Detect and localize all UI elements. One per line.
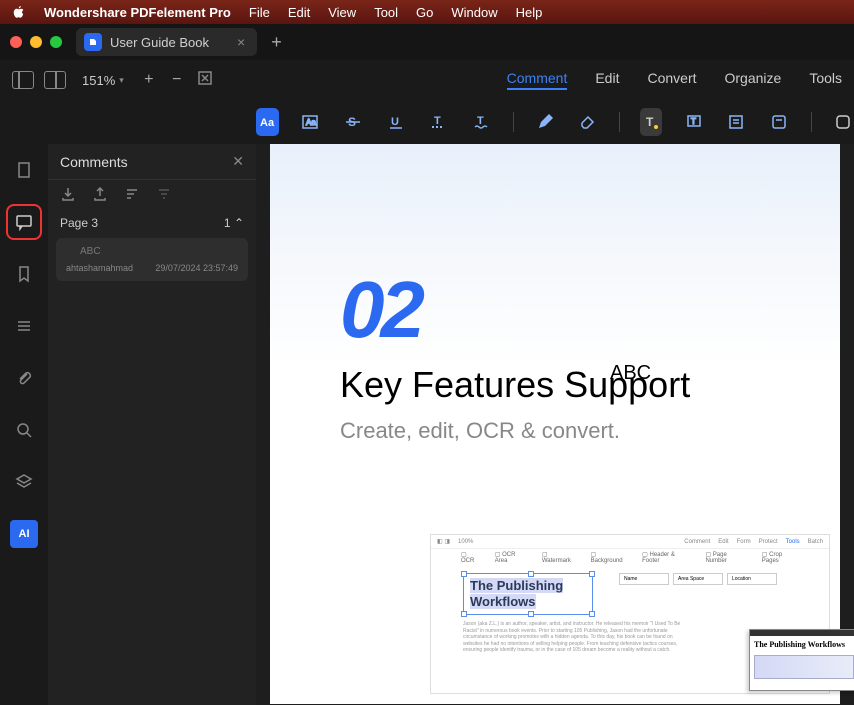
- caret-tool[interactable]: T: [427, 108, 450, 136]
- svg-text:T: T: [434, 115, 441, 127]
- document-canvas[interactable]: 02 ABC Key Features Support Create, edit…: [256, 144, 854, 705]
- zoom-out-button[interactable]: −: [168, 71, 186, 89]
- mini-preview: The Publishing Workflows: [749, 629, 854, 691]
- thumbnails-button[interactable]: [10, 156, 38, 184]
- fit-page-button[interactable]: [196, 70, 214, 91]
- export-icon[interactable]: [92, 186, 108, 202]
- import-icon[interactable]: [60, 186, 76, 202]
- sidebar-toggle-icon[interactable]: [12, 71, 34, 89]
- tab-edit[interactable]: Edit: [595, 70, 619, 90]
- comment-toolbar: Aa Aa S U T T T T: [0, 100, 854, 144]
- highlight-tool[interactable]: Aa: [256, 108, 279, 136]
- pencil-tool[interactable]: [533, 108, 556, 136]
- eraser-tool[interactable]: [576, 108, 599, 136]
- callout-tool[interactable]: T: [682, 108, 705, 136]
- macos-menubar: Wondershare PDFelement Pro File Edit Vie…: [0, 0, 854, 24]
- menu-window[interactable]: Window: [451, 5, 497, 20]
- zoom-in-button[interactable]: +: [140, 71, 158, 89]
- new-tab-button[interactable]: +: [271, 32, 282, 53]
- layers-button[interactable]: [10, 468, 38, 496]
- page-heading: Key Features Support: [340, 364, 780, 406]
- sort-icon[interactable]: [124, 186, 140, 202]
- pdf-page: 02 ABC Key Features Support Create, edit…: [270, 144, 840, 704]
- bookmarks-button[interactable]: [10, 260, 38, 288]
- svg-text:Aa: Aa: [260, 117, 275, 129]
- menu-tool[interactable]: Tool: [374, 5, 398, 20]
- squiggly-tool[interactable]: T: [470, 108, 493, 136]
- tab-title: User Guide Book: [110, 35, 209, 50]
- menu-help[interactable]: Help: [516, 5, 543, 20]
- layout-toggle-icon[interactable]: [44, 71, 66, 89]
- close-window-button[interactable]: [10, 36, 22, 48]
- apple-icon: [12, 5, 26, 19]
- tab-close-icon[interactable]: ×: [237, 34, 245, 50]
- maximize-window-button[interactable]: [50, 36, 62, 48]
- embedded-screenshot: ◧ ◨100% CommentEditFormProtectToolsBatch…: [430, 534, 830, 694]
- left-sidebar: AI: [0, 144, 48, 705]
- comment-author: ahtashamahmad: [66, 263, 133, 273]
- page-subheading: Create, edit, OCR & convert.: [340, 418, 780, 444]
- document-tab[interactable]: User Guide Book ×: [76, 28, 257, 56]
- close-panel-icon[interactable]: ✕: [232, 153, 244, 170]
- note-tool[interactable]: [725, 108, 748, 136]
- tab-organize[interactable]: Organize: [725, 70, 782, 90]
- tab-comment[interactable]: Comment: [507, 70, 568, 90]
- attachments-button[interactable]: [10, 364, 38, 392]
- shapes-tool[interactable]: [831, 108, 854, 136]
- text-box-tool[interactable]: T: [640, 108, 663, 136]
- svg-text:T: T: [646, 115, 654, 129]
- menu-view[interactable]: View: [328, 5, 356, 20]
- filter-icon[interactable]: [156, 186, 172, 202]
- page-section-header[interactable]: Page 3 1 ⌃: [48, 208, 256, 238]
- minimize-window-button[interactable]: [30, 36, 42, 48]
- section-number: 02: [340, 264, 780, 356]
- text-annotation[interactable]: ABC: [610, 362, 651, 385]
- panel-title: Comments: [60, 154, 128, 170]
- ai-button[interactable]: AI: [10, 520, 38, 548]
- outline-button[interactable]: [10, 312, 38, 340]
- comment-date: 29/07/2024 23:57:49: [155, 263, 238, 273]
- menu-file[interactable]: File: [249, 5, 270, 20]
- comment-card[interactable]: ABC ahtashamahmad 29/07/2024 23:57:49: [56, 238, 248, 281]
- svg-text:T: T: [691, 117, 696, 126]
- underline-tool[interactable]: U: [384, 108, 407, 136]
- tab-convert[interactable]: Convert: [647, 70, 696, 90]
- menu-edit[interactable]: Edit: [288, 5, 310, 20]
- zoom-level[interactable]: 151%▾: [82, 73, 124, 88]
- area-highlight-tool[interactable]: Aa: [299, 108, 322, 136]
- svg-text:T: T: [477, 115, 484, 127]
- comments-button[interactable]: [10, 208, 38, 236]
- sticky-note-tool[interactable]: [768, 108, 791, 136]
- titlebar: User Guide Book × +: [0, 24, 854, 60]
- pdf-icon: [84, 33, 102, 51]
- menu-go[interactable]: Go: [416, 5, 433, 20]
- comment-text: ABC: [80, 246, 238, 257]
- topbar: 151%▾ + − Comment Edit Convert Organize …: [0, 60, 854, 100]
- app-name: Wondershare PDFelement Pro: [44, 5, 231, 20]
- comments-panel: Comments ✕ Page 3 1 ⌃ ABC ahtashamahmad …: [48, 144, 256, 705]
- tab-tools[interactable]: Tools: [809, 70, 842, 90]
- strikethrough-tool[interactable]: S: [342, 108, 365, 136]
- svg-text:U: U: [391, 116, 399, 128]
- svg-text:Aa: Aa: [306, 118, 316, 127]
- search-button[interactable]: [10, 416, 38, 444]
